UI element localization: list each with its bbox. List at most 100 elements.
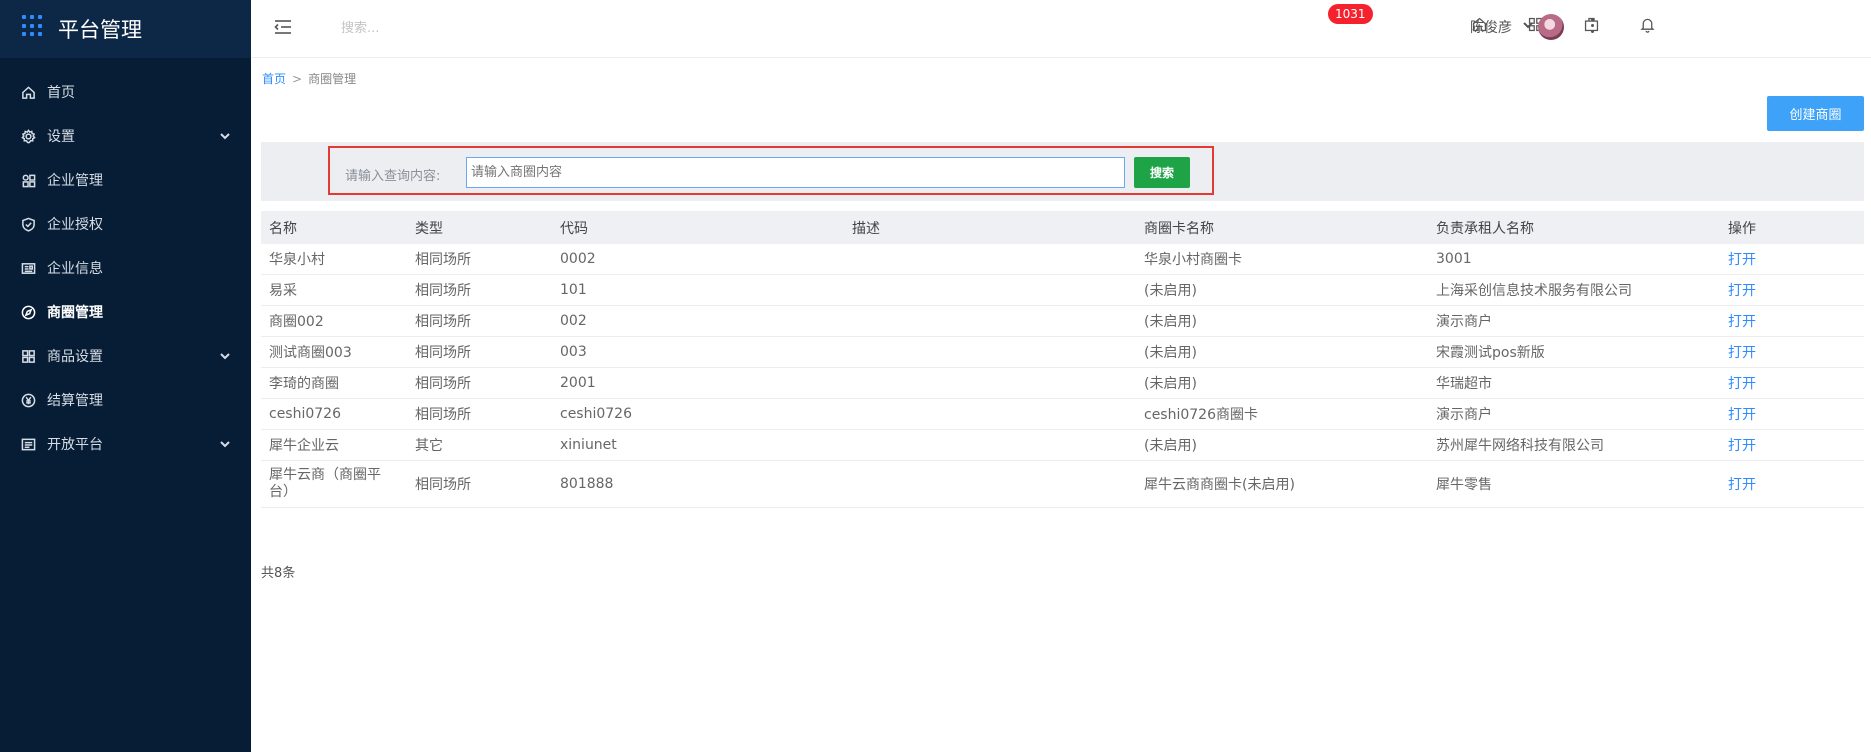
notification-badge: 1031 xyxy=(1328,4,1373,24)
total-count: 共8条 xyxy=(261,566,296,581)
table-row: 华泉小村 相同场所 0002 华泉小村商圈卡 3001 打开 xyxy=(261,244,1864,275)
table-cell-card: 华泉小村商圈卡 xyxy=(1144,252,1242,268)
bell-icon[interactable] xyxy=(1639,16,1659,36)
breadcrumb-home-link[interactable]: 首页 xyxy=(262,72,286,86)
table-cell-owner: 犀牛零售 xyxy=(1436,477,1492,493)
sidebar-item-8[interactable]: 开放平台 xyxy=(0,422,251,466)
sidebar-item-label: 首页 xyxy=(47,85,75,101)
open-link[interactable]: 打开 xyxy=(1720,249,1864,269)
header-search-input[interactable] xyxy=(341,16,641,40)
table-header: 名称 类型 代码 描述 商圈卡名称 负责承租人名称 操作 xyxy=(261,211,1864,244)
sidebar-item-4[interactable]: 企业信息 xyxy=(0,246,251,290)
table-cell-card: (未启用) xyxy=(1144,283,1197,299)
chevron-down-icon[interactable] xyxy=(1522,19,1534,31)
search-button[interactable]: 搜索 xyxy=(1134,157,1190,188)
chevron-down-icon xyxy=(219,130,231,142)
create-business-circle-button[interactable]: 创建商圈 xyxy=(1767,96,1864,131)
sidebar-item-label: 结算管理 xyxy=(47,393,103,409)
apps-grid-icon[interactable] xyxy=(22,15,44,37)
table-cell-type: 其它 xyxy=(415,438,443,454)
brand: 平台管理 xyxy=(0,0,251,58)
table-cell-owner: 上海采创信息技术服务有限公司 xyxy=(1436,283,1632,299)
sidebar-item-0[interactable]: 首页 xyxy=(0,70,251,114)
open-link[interactable]: 打开 xyxy=(1720,311,1864,331)
open-link[interactable]: 打开 xyxy=(1720,342,1864,362)
table-cell-type: 相同场所 xyxy=(415,376,471,392)
sidebar-item-label: 企业信息 xyxy=(47,261,103,277)
avatar[interactable] xyxy=(1538,14,1564,40)
table-cell-name: 李琦的商圈 xyxy=(269,376,339,392)
table-cell-type: 相同场所 xyxy=(415,252,471,268)
filter-label: 请输入查询内容: xyxy=(345,169,441,184)
sidebar-item-label: 开放平台 xyxy=(47,437,103,453)
breadcrumb-current: 商圈管理 xyxy=(308,72,357,86)
table-cell-code: 101 xyxy=(560,282,587,298)
table-row: 测试商圈003 相同场所 003 (未启用) 宋霞测试pos新版 打开 xyxy=(261,337,1864,368)
table-cell-name: 测试商圈003 xyxy=(269,345,352,361)
sidebar-item-label: 商品设置 xyxy=(47,349,103,365)
table-cell-owner: 华瑞超市 xyxy=(1436,376,1492,392)
table-cell-code: ceshi0726 xyxy=(560,406,632,422)
table-cell-type: 相同场所 xyxy=(415,314,471,330)
table-cell-card: (未启用) xyxy=(1144,376,1197,392)
table-body: 华泉小村 相同场所 0002 华泉小村商圈卡 3001 打开 易采 相同场所 101 (未启用) 上… xyxy=(261,244,1864,508)
gear-icon xyxy=(20,128,36,144)
shield-check-icon xyxy=(20,216,36,232)
sidebar-item-6[interactable]: 商品设置 xyxy=(0,334,251,378)
table-cell-name: 犀牛云商（商圈平台） xyxy=(269,467,381,500)
column-header: 操作 xyxy=(1728,220,1756,237)
grid-icon xyxy=(20,348,36,364)
business-circle-table: 名称 类型 代码 描述 商圈卡名称 负责承租人名称 操作 华泉小村 相同场所 0002 华泉小村商… xyxy=(261,211,1864,508)
open-link[interactable]: 打开 xyxy=(1720,280,1864,300)
home-icon xyxy=(20,84,36,100)
table-cell-name: 犀牛企业云 xyxy=(269,438,339,454)
top-header xyxy=(251,0,1871,58)
table-row: ceshi0726 相同场所 ceshi0726 ceshi0726商圈卡 演示商户 打开 xyxy=(261,399,1864,430)
table-cell-card: (未启用) xyxy=(1144,438,1197,454)
query-input[interactable] xyxy=(466,157,1125,188)
sidebar-item-5[interactable]: 商圈管理 xyxy=(0,290,251,334)
sidebar-item-3[interactable]: 企业授权 xyxy=(0,202,251,246)
sidebar-menu: 首页设置企业管理企业授权企业信息商圈管理商品设置结算管理开放平台 xyxy=(0,58,251,466)
table-cell-name: 商圈002 xyxy=(269,314,324,330)
menu-toggle-icon[interactable] xyxy=(273,17,293,37)
apps-icon xyxy=(20,172,36,188)
table-cell-owner: 3001 xyxy=(1436,251,1472,267)
table-cell-code: 0002 xyxy=(560,251,596,267)
table-row: 商圈002 相同场所 002 (未启用) 演示商户 打开 xyxy=(261,306,1864,337)
sidebar: 平台管理 首页设置企业管理企业授权企业信息商圈管理商品设置结算管理开放平台 xyxy=(0,0,251,752)
table-cell-type: 相同场所 xyxy=(415,345,471,361)
table-cell-name: ceshi0726 xyxy=(269,406,341,422)
open-link[interactable]: 打开 xyxy=(1720,404,1864,424)
more-icon[interactable] xyxy=(1590,18,1596,36)
table-cell-card: (未启用) xyxy=(1144,314,1197,330)
open-link[interactable]: 打开 xyxy=(1720,474,1864,494)
table-row: 易采 相同场所 101 (未启用) 上海采创信息技术服务有限公司 打开 xyxy=(261,275,1864,306)
sidebar-item-7[interactable]: 结算管理 xyxy=(0,378,251,422)
sidebar-item-label: 企业管理 xyxy=(47,173,103,189)
breadcrumb: 首页 > 商圈管理 xyxy=(262,70,356,87)
id-card-icon xyxy=(20,260,36,276)
table-cell-code: 801888 xyxy=(560,476,614,492)
sidebar-item-1[interactable]: 设置 xyxy=(0,114,251,158)
table-cell-owner: 演示商户 xyxy=(1436,314,1492,330)
open-link[interactable]: 打开 xyxy=(1720,373,1864,393)
table-row: 犀牛企业云 其它 xiniunet (未启用) 苏州犀牛网络科技有限公司 打开 xyxy=(261,430,1864,461)
table-cell-type: 相同场所 xyxy=(415,407,471,423)
open-link[interactable]: 打开 xyxy=(1720,435,1864,455)
chevron-down-icon xyxy=(219,438,231,450)
table-row: 犀牛云商（商圈平台） 相同场所 801888 犀牛云商商圈卡(未启用) 犀牛零售 打开 xyxy=(261,461,1864,508)
sidebar-item-2[interactable]: 企业管理 xyxy=(0,158,251,202)
app-title: 平台管理 xyxy=(58,18,142,42)
table-cell-name: 华泉小村 xyxy=(269,252,325,268)
sidebar-item-label: 商圈管理 xyxy=(47,305,103,321)
column-header: 描述 xyxy=(852,220,880,237)
user-name[interactable]: 陈俊彦 xyxy=(1470,17,1512,37)
table-cell-owner: 苏州犀牛网络科技有限公司 xyxy=(1436,438,1604,454)
list-icon xyxy=(20,436,36,452)
column-header: 类型 xyxy=(415,220,443,237)
table-cell-code: 003 xyxy=(560,344,587,360)
table-cell-name: 易采 xyxy=(269,283,297,299)
yen-icon xyxy=(20,392,36,408)
table-cell-card: 犀牛云商商圈卡(未启用) xyxy=(1144,477,1295,493)
